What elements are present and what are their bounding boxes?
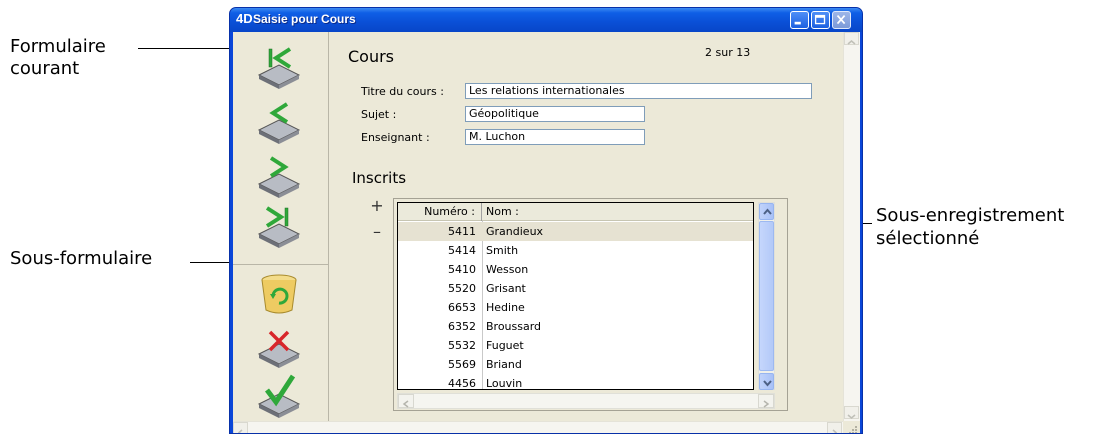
- row-numero: 5410: [448, 263, 476, 276]
- enseignant-label: Enseignant :: [361, 131, 430, 144]
- window-scroll-right-button[interactable]: [827, 422, 842, 433]
- app-logo-icon: 4D: [236, 11, 253, 26]
- maximize-icon: [814, 14, 826, 25]
- row-nom: Louvin: [486, 377, 523, 390]
- scroll-up-button[interactable]: [759, 203, 774, 220]
- remove-subrecord-button[interactable]: –: [370, 222, 384, 241]
- titre-label: Titre du cours :: [361, 85, 444, 98]
- annotation-formulaire-courant-1: Formulaire: [10, 36, 106, 57]
- last-record-button[interactable]: [255, 204, 303, 248]
- subform-list[interactable]: Numéro : Nom : 5411 Grandieux 5414 Smith 541…: [397, 202, 754, 390]
- row-numero: 5520: [448, 282, 476, 295]
- row-numero: 6352: [448, 320, 476, 333]
- previous-record-icon: [257, 102, 301, 144]
- chevron-up-icon: [763, 208, 772, 215]
- row-nom: Fuguet: [486, 339, 524, 352]
- first-record-icon: [257, 47, 301, 89]
- scroll-right-button[interactable]: [758, 394, 774, 408]
- title-bar[interactable]: 4D Saisie pour Cours: [230, 8, 862, 32]
- row-nom: Smith: [486, 244, 519, 257]
- chevron-right-icon: [763, 400, 770, 408]
- validate-icon: [257, 374, 301, 418]
- window-vertical-scrollbar[interactable]: [843, 32, 860, 421]
- row-numero: 5569: [448, 358, 476, 371]
- chevron-down-icon: [763, 380, 772, 387]
- window-title: Saisie pour Cours: [253, 12, 356, 26]
- subform: Numéro : Nom : 5411 Grandieux 5414 Smith 541…: [393, 198, 788, 411]
- annotation-sous-enregistrement-2: sélectionné: [876, 228, 980, 249]
- row-numero: 4456: [448, 377, 476, 390]
- row-nom: Wesson: [486, 263, 529, 276]
- row-nom: Broussard: [486, 320, 542, 333]
- trash-button[interactable]: [255, 272, 303, 316]
- table-row[interactable]: 5414 Smith: [398, 241, 753, 260]
- scroll-left-button[interactable]: [398, 394, 414, 408]
- first-record-button[interactable]: [255, 45, 303, 89]
- client-area: Cours 2 sur 13 Titre du cours : Les rela…: [233, 32, 860, 433]
- row-nom: Grandieux: [486, 225, 544, 238]
- window-horizontal-scrollbar[interactable]: [233, 421, 843, 433]
- chevron-left-icon: [237, 429, 243, 433]
- row-nom: Hedine: [486, 301, 525, 314]
- row-numero: 6653: [448, 301, 476, 314]
- next-record-icon: [257, 156, 301, 198]
- trash-icon: [261, 274, 297, 314]
- sujet-field[interactable]: Géopolitique: [465, 106, 645, 122]
- maximize-button[interactable]: [811, 11, 830, 29]
- chevron-up-icon: [847, 40, 856, 45]
- previous-record-button[interactable]: [255, 100, 303, 144]
- scroll-down-button[interactable]: [759, 373, 774, 390]
- table-row[interactable]: 6352 Broussard: [398, 317, 753, 336]
- subform-horizontal-scrollbar[interactable]: [397, 393, 775, 409]
- minimize-button[interactable]: [790, 11, 809, 29]
- subform-title: Inscrits: [352, 169, 407, 187]
- delete-record-icon: [257, 330, 301, 368]
- table-row[interactable]: 6653 Hedine: [398, 298, 753, 317]
- selected-subrecord-row[interactable]: 5411 Grandieux: [398, 222, 753, 241]
- header-nom[interactable]: Nom :: [486, 203, 519, 221]
- annotation-sous-formulaire: Sous-formulaire: [10, 248, 153, 269]
- last-record-icon: [257, 206, 301, 248]
- titre-field[interactable]: Les relations internationales: [465, 83, 812, 99]
- table-row[interactable]: 5520 Grisant: [398, 279, 753, 298]
- annotation-line-formulaire: [138, 48, 230, 49]
- next-record-button[interactable]: [255, 154, 303, 198]
- close-icon: [836, 14, 846, 25]
- table-row[interactable]: 4456 Louvin: [398, 374, 753, 390]
- list-header: Numéro : Nom :: [398, 203, 753, 221]
- navigation-toolbar: [233, 32, 329, 421]
- form-title: Cours: [348, 47, 395, 66]
- table-row[interactable]: 5410 Wesson: [398, 260, 753, 279]
- resize-grip-icon: [849, 426, 857, 433]
- annotation-sous-enregistrement-1: Sous-enregistrement: [876, 205, 1065, 226]
- scroll-thumb[interactable]: [759, 221, 774, 371]
- toolbar-separator: [233, 264, 329, 265]
- enseignant-field[interactable]: M. Luchon: [465, 129, 645, 145]
- close-button[interactable]: [832, 11, 851, 29]
- row-nom: Briand: [486, 358, 522, 371]
- row-numero: 5414: [448, 244, 476, 257]
- table-row[interactable]: 5569 Briand: [398, 355, 753, 374]
- add-subrecord-button[interactable]: +: [370, 196, 384, 215]
- chevron-left-icon: [402, 400, 409, 408]
- sujet-label: Sujet :: [361, 108, 397, 121]
- window: 4D Saisie pour Cours Cours 2 sur 13 Titr…: [229, 7, 863, 434]
- record-counter: 2 sur 13: [705, 46, 751, 59]
- subform-vertical-scrollbar[interactable]: [758, 202, 775, 390]
- row-nom: Grisant: [486, 282, 526, 295]
- row-numero: 5411: [448, 225, 476, 238]
- window-scroll-up-button[interactable]: [844, 32, 859, 45]
- minimize-icon: [794, 21, 801, 25]
- resize-grip[interactable]: [843, 421, 860, 433]
- window-scroll-down-button[interactable]: [844, 406, 859, 419]
- table-row[interactable]: 5532 Fuguet: [398, 336, 753, 355]
- annotation-formulaire-courant-2: courant: [10, 58, 80, 79]
- window-scroll-left-button[interactable]: [233, 422, 248, 433]
- header-numero[interactable]: Numéro :: [398, 203, 482, 221]
- chevron-right-icon: [832, 429, 838, 433]
- validate-button[interactable]: [255, 374, 303, 418]
- row-numero: 5532: [448, 339, 476, 352]
- delete-record-button[interactable]: [255, 324, 303, 368]
